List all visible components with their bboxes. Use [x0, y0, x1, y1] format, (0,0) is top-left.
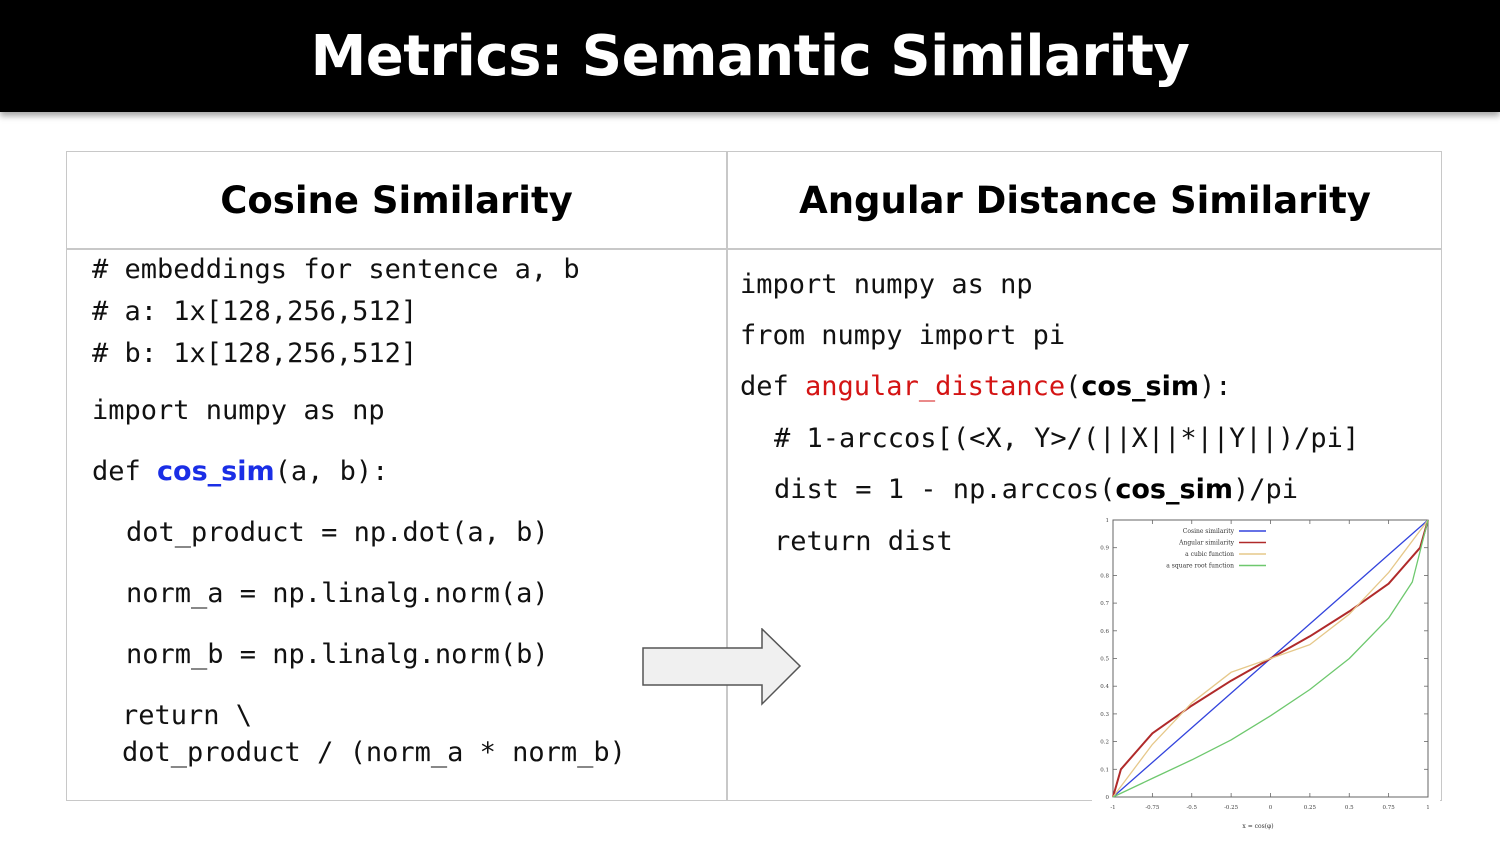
chart-legend-label: Angular similarity: [1178, 540, 1234, 547]
chart-y-tick-label: 0.5: [1100, 657, 1109, 663]
chart-y-tick-label: 0.9: [1100, 546, 1109, 552]
code-comment-line: # b: 1x[128,256,512]: [92, 338, 418, 369]
dist-prefix: dist = 1 - np.arccos(: [774, 474, 1116, 505]
code-import-line: import numpy as np: [92, 395, 385, 426]
code-def-line: def angular_distance(cos_sim):: [740, 373, 1232, 400]
paren-close: ):: [1198, 371, 1232, 402]
chart-legend-label: a cubic function: [1185, 551, 1234, 558]
def-keyword: def: [92, 456, 158, 487]
code-return-expression-line: dot_product / (norm_a * norm_b): [122, 737, 626, 768]
right-arrow-icon: [642, 628, 802, 706]
code-def-line: def cos_sim(a, b):: [92, 458, 388, 485]
function-name-cos-sim: cos_sim: [157, 456, 275, 487]
function-name-angular-distance: angular_distance: [805, 371, 1066, 402]
code-from-import-line: from numpy import pi: [740, 320, 1066, 351]
arg-cos-sim: cos_sim: [1115, 474, 1233, 505]
chart-x-tick-label: -0.75: [1145, 805, 1160, 811]
slide-title: Metrics: Semantic Similarity: [310, 23, 1190, 89]
dist-suffix: )/pi: [1232, 474, 1298, 505]
code-dist-line: dist = 1 - np.arccos(cos_sim)/pi: [774, 476, 1298, 503]
chart-x-tick-label: 1: [1426, 805, 1430, 811]
chart-x-tick-label: 0.75: [1383, 805, 1396, 811]
chart-x-axis-label: x = cos(φ): [1242, 823, 1273, 830]
chart-legend-label: Cosine similarity: [1183, 528, 1235, 535]
chart-y-tick-label: 0.1: [1100, 767, 1109, 773]
chart-y-tick-label: 0.8: [1100, 573, 1109, 579]
chart-y-tick-label: 0.6: [1100, 629, 1109, 635]
chart-y-tick-label: 1: [1106, 518, 1110, 524]
chart-y-tick-label: 0: [1106, 795, 1110, 801]
angular-distance-heading: Angular Distance Similarity: [799, 178, 1371, 222]
chart-x-tick-label: -1: [1110, 805, 1115, 811]
chart-x-tick-label: 0.25: [1304, 805, 1317, 811]
code-comment-line: # embeddings for sentence a, b: [92, 254, 580, 285]
chart-y-tick-label: 0.7: [1100, 601, 1109, 607]
chart-x-tick-label: -0.25: [1224, 805, 1239, 811]
def-args: (a, b):: [274, 456, 389, 487]
chart-x-tick-label: 0.5: [1345, 805, 1354, 811]
header-divider: [67, 248, 1441, 250]
code-norm-b-line: norm_b = np.linalg.norm(b): [126, 639, 549, 670]
paren-open: (: [1065, 371, 1082, 402]
chart-y-tick-label: 0.4: [1100, 684, 1109, 690]
chart-legend-label: a square root function: [1166, 563, 1234, 570]
chart-x-tick-label: -0.5: [1186, 805, 1197, 811]
code-comment-line: # a: 1x[128,256,512]: [92, 296, 418, 327]
code-dot-product-line: dot_product = np.dot(a, b): [126, 517, 549, 548]
similarity-function-chart: -1 -0.75 -0.5 -0.25 0 0.25 0.5 0.75 1 0 0.1 0.2 0.3 0…: [1092, 514, 1440, 836]
def-keyword: def: [740, 371, 806, 402]
chart-y-tick-label: 0.3: [1100, 712, 1109, 718]
arg-cos-sim: cos_sim: [1081, 371, 1199, 402]
code-norm-a-line: norm_a = np.linalg.norm(a): [126, 578, 549, 609]
code-comment-line: # 1-arccos[(<X, Y>/(||X||*||Y||)/pi]: [774, 423, 1360, 454]
code-return-line: return dist: [774, 526, 953, 557]
title-bar: Metrics: Semantic Similarity: [0, 0, 1500, 112]
cosine-similarity-heading: Cosine Similarity: [220, 178, 573, 222]
chart-x-tick-label: 0: [1269, 805, 1273, 811]
code-return-line: return \: [122, 700, 253, 731]
code-import-line: import numpy as np: [740, 269, 1033, 300]
chart-y-tick-label: 0.2: [1100, 740, 1109, 746]
